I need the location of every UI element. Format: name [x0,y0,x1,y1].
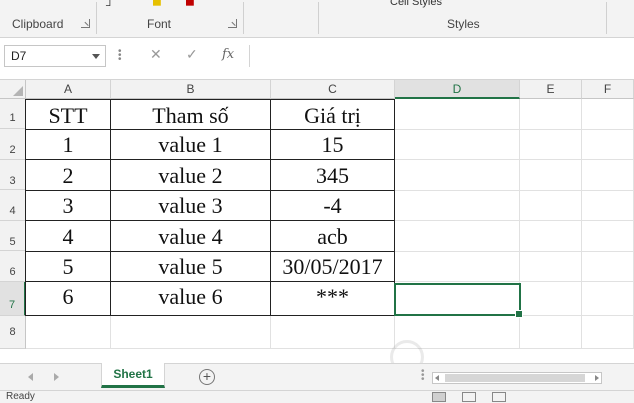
tab-splitter-grip-icon[interactable]: • • • [421,367,425,385]
cell-f5[interactable] [582,221,634,252]
scroll-left-icon[interactable] [435,375,439,381]
cell-b8[interactable] [111,316,271,349]
table-header-cell[interactable]: STT [25,99,111,130]
scroll-right-icon[interactable] [595,375,599,381]
cell-d4[interactable] [395,191,520,221]
cell-f1[interactable] [582,99,634,130]
cell-f6[interactable] [582,252,634,282]
column-header-d[interactable]: D [395,80,520,99]
table-cell[interactable]: acb [271,221,395,252]
table-cell[interactable]: value 2 [111,160,271,191]
status-text: Ready [6,391,35,402]
plus-icon[interactable]: + [199,369,215,385]
font-group-label: Font [147,17,172,31]
table-cell[interactable]: 345 [271,160,395,191]
column-header-e[interactable]: E [520,80,582,99]
table-cell[interactable]: 6 [25,282,111,316]
cell-d1[interactable] [395,99,520,130]
table-cell[interactable]: value 6 [111,282,271,316]
table-cell[interactable]: 30/05/2017 [271,252,395,282]
cell-a8[interactable] [26,316,111,349]
normal-view-icon[interactable] [432,392,446,402]
font-launcher-icon[interactable] [228,19,237,28]
tab-sheet1[interactable]: Sheet1 [101,363,165,388]
table-cell[interactable]: value 3 [111,191,271,221]
cell-d5[interactable] [395,221,520,252]
cell-e3[interactable] [520,160,582,191]
table-header-cell[interactable]: Tham số [111,99,271,130]
ribbon-divider [606,2,607,34]
row-header-1[interactable]: 1 [0,99,26,129]
table-cell[interactable]: 3 [25,191,111,221]
page-layout-view-icon[interactable] [462,392,476,402]
name-box-value: D7 [11,49,27,63]
cell-d6[interactable] [395,252,520,282]
table-cell[interactable]: value 4 [111,221,271,252]
tab-scroll-right-icon[interactable] [54,373,59,381]
column-header-f[interactable]: F [582,80,634,99]
check-icon[interactable]: ✓ [186,46,198,63]
styles-group-label: Styles [447,17,480,31]
cell-e7[interactable] [520,282,582,316]
row-header-6[interactable]: 6 [0,251,26,282]
row-header-4[interactable]: 4 [0,190,26,221]
table-header-cell[interactable]: Giá trị [271,99,395,130]
table-cell[interactable]: *** [271,282,395,316]
table-cell[interactable]: 4 [25,221,111,252]
chevron-down-icon[interactable] [92,54,100,59]
ribbon-divider [243,2,244,34]
cell-f2[interactable] [582,130,634,160]
row-header-2[interactable]: 2 [0,129,26,160]
sheet-tabs-bar: Sheet1 + • • • [0,363,634,390]
ribbon-divider [96,2,97,34]
ribbon-icon-fragment[interactable]: ┘ [106,0,114,12]
close-icon[interactable]: ✕ [150,46,162,63]
status-bar: Ready [0,390,634,403]
clipboard-group-label: Clipboard [12,17,64,31]
column-header-b[interactable]: B [111,80,271,99]
row-header-3[interactable]: 3 [0,160,26,190]
horizontal-scrollbar[interactable] [432,372,602,384]
row-header-5[interactable]: 5 [0,221,26,251]
cell-f3[interactable] [582,160,634,191]
column-header-a[interactable]: A [26,80,111,99]
formula-input[interactable] [249,45,634,67]
cell-e5[interactable] [520,221,582,252]
cell-d3[interactable] [395,160,520,191]
page-break-view-icon[interactable] [492,392,506,402]
cell-f4[interactable] [582,191,634,221]
cell-d2[interactable] [395,130,520,160]
scrollbar-thumb[interactable] [445,374,585,382]
formula-bar: D7 • • • ✕ ✓ fx [0,38,634,80]
ribbon-divider [318,2,319,34]
highlight-color-icon[interactable]: ▀ [153,0,161,12]
row-header-7[interactable]: 7 [0,282,26,316]
cell-e6[interactable] [520,252,582,282]
insert-function-button[interactable]: fx [222,47,234,62]
select-all-button[interactable] [0,80,26,99]
table-cell[interactable]: 15 [271,130,395,160]
name-box[interactable]: D7 [4,45,106,67]
row-header-8[interactable]: 8 [0,316,26,349]
cell-e4[interactable] [520,191,582,221]
cell-e2[interactable] [520,130,582,160]
active-cell-selection[interactable] [394,283,523,318]
clipboard-launcher-icon[interactable] [81,19,90,28]
table-cell[interactable]: 1 [25,130,111,160]
font-color-icon[interactable]: ▀ [186,0,194,12]
column-header-c[interactable]: C [271,80,395,99]
table-cell[interactable]: value 1 [111,130,271,160]
table-cell[interactable]: value 5 [111,252,271,282]
ribbon: ┘ ▀ ▀ Cell Styles Clipboard Font Styles [0,0,634,38]
cell-e1[interactable] [520,99,582,130]
cell-c8[interactable] [271,316,395,349]
cell-f7[interactable] [582,282,634,316]
table-cell[interactable]: 5 [25,252,111,282]
formula-bar-grip-icon[interactable]: • • • [118,47,122,65]
tab-scroll-left-icon[interactable] [28,373,33,381]
table-cell[interactable]: -4 [271,191,395,221]
table-cell[interactable]: 2 [25,160,111,191]
cell-styles-button[interactable]: Cell Styles [390,0,442,8]
